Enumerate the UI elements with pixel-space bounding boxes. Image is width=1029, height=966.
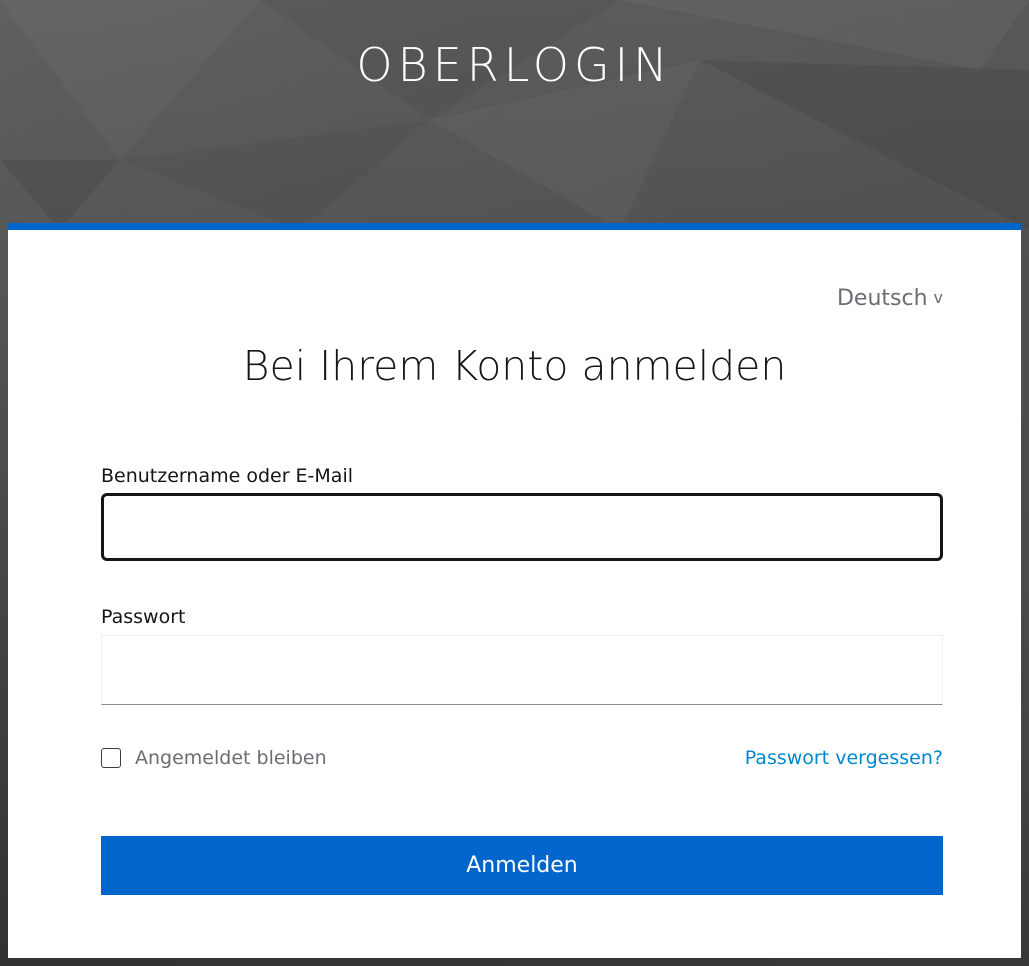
remember-me-checkbox[interactable] xyxy=(101,748,121,768)
username-input[interactable] xyxy=(101,493,943,561)
forgot-password-link[interactable]: Passwort vergessen? xyxy=(745,747,943,769)
language-label: Deutsch xyxy=(836,286,928,311)
username-label: Benutzername oder E-Mail xyxy=(101,465,354,487)
page-title: Bei Ihrem Konto anmelden xyxy=(242,342,787,390)
password-input[interactable] xyxy=(101,635,943,705)
password-label: Passwort xyxy=(101,606,186,628)
app-title: OBERLOGIN xyxy=(356,38,673,92)
login-card: Deutsch v Bei Ihrem Konto anmelden Benutz… xyxy=(8,223,1021,958)
chevron-down-icon: v xyxy=(933,288,943,307)
remember-me-label: Angemeldet bleiben xyxy=(135,747,327,769)
language-selector[interactable]: Deutsch v xyxy=(837,286,943,311)
remember-me[interactable]: Angemeldet bleiben xyxy=(101,747,327,769)
login-button[interactable]: Anmelden xyxy=(101,836,943,895)
